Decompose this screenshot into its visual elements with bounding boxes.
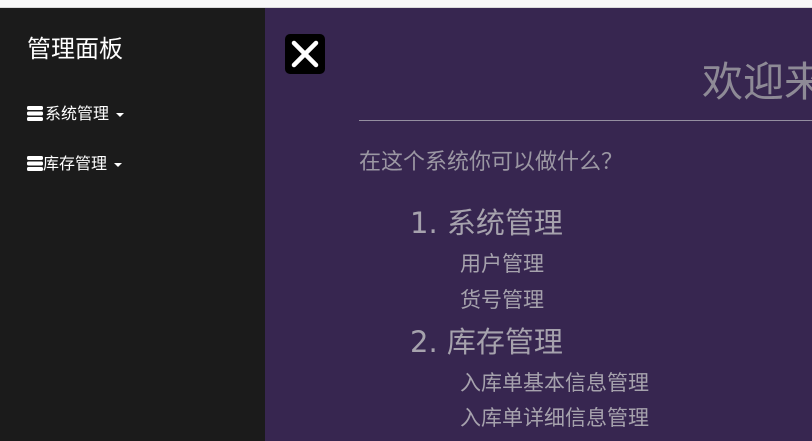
top-border <box>0 0 812 8</box>
caret-down-icon <box>116 113 125 117</box>
sidebar-item-label: 库存管理 <box>43 154 108 173</box>
divider <box>359 120 812 121</box>
database-icon <box>27 155 43 171</box>
welcome-heading: 欢迎来 <box>702 58 812 106</box>
sidebar-toggle-button[interactable] <box>285 34 325 74</box>
sidebar: 管理面板 系统管理 库存管理 <box>0 8 265 441</box>
intro-question: 在这个系统你可以做什么？ <box>359 150 624 175</box>
list-item-article-management: 货号管理 <box>460 288 544 312</box>
section-title-system: 1. 系统管理 <box>410 206 563 240</box>
list-item-inbound-basic-info: 入库单基本信息管理 <box>460 371 649 395</box>
sidebar-item-inventory-management[interactable]: 库存管理 <box>27 154 123 174</box>
close-icon <box>291 40 319 68</box>
database-icon <box>27 105 43 121</box>
list-item-user-management: 用户管理 <box>460 252 544 276</box>
sidebar-item-system-management[interactable]: 系统管理 <box>27 104 125 124</box>
main-content: 欢迎来 在这个系统你可以做什么？ 1. 系统管理 用户管理 货号管理 2. 库存… <box>265 8 812 441</box>
brand-title: 管理面板 <box>27 35 123 63</box>
sidebar-item-label: 系统管理 <box>45 104 110 123</box>
list-item-inbound-detail-info: 入库单详细信息管理 <box>460 406 649 430</box>
caret-down-icon <box>114 163 123 167</box>
section-title-inventory: 2. 库存管理 <box>410 325 563 359</box>
